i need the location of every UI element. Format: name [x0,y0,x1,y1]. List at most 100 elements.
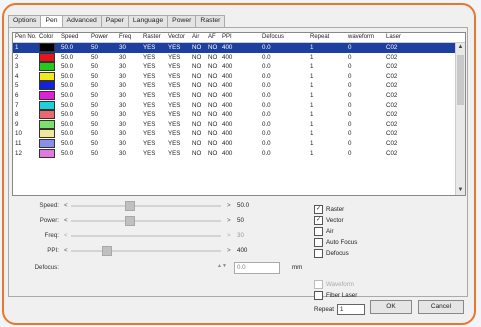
cell-raster: YES [143,53,156,61]
cell-power: 50 [91,149,98,157]
cell-repeat: 1 [310,139,314,147]
cell-raster: YES [143,82,156,90]
cell-waveform: 0 [348,149,352,157]
slider-left-arrow-icon[interactable]: < [64,246,68,256]
checkbox-vector[interactable]: ✓ Vector [314,215,434,226]
slider-thumb[interactable] [124,216,135,226]
table-row[interactable]: 5 50.0 50 30 YES YES NO NO 400 0.0 1 0 C02 [13,81,465,91]
slider-left-arrow-icon: < [64,232,68,239]
ok-button[interactable]: OK [370,300,412,314]
table-row[interactable]: 9 50.0 50 30 YES YES NO NO 400 0.0 1 0 C02 [13,119,465,130]
table-row[interactable]: 8 50.0 50 30 YES YES NO NO 400 0.0 1 0 C02 [13,110,465,120]
column-header: Pen No. [15,34,37,40]
cell-freq: 30 [119,111,126,119]
cell-defocus: 0.0 [262,111,271,119]
repeat-input[interactable]: 1 [336,303,365,315]
scroll-thumb[interactable] [457,55,464,105]
tab-advanced[interactable]: Advanced [61,15,102,27]
slider-track[interactable] [71,246,221,256]
param-row-ppi: PPI: < >400 [19,246,289,256]
defocus-spin-icon[interactable]: ▲▼ [217,263,227,269]
table-body: 1 50.0 50 30 YES YES NO NO 400 0.0 1 0 C02 2 50.0 50 30 Y… [13,43,465,158]
cell-vector: YES [168,120,181,128]
slider-right-arrow-icon: > [227,232,231,239]
checkbox-box[interactable] [314,227,323,236]
checkbox-box[interactable] [314,238,323,247]
cell-af: NO [208,72,218,80]
slider-right-arrow-icon[interactable]: > [227,246,231,256]
cell-defocus: 0.0 [262,139,271,147]
checkbox-box[interactable] [314,249,323,258]
cell-raster: YES [143,91,156,99]
options-checkbox-group: ✓ Raster ✓ Vector Air Auto Focus Defocus Wavef… [314,204,434,315]
table-vertical-scrollbar[interactable]: ▲ ▼ [455,43,465,195]
table-row[interactable]: 10 50.0 50 30 YES YES NO NO 400 0.0 1 0 C02 [13,129,465,139]
cell-ppi: 400 [222,91,233,99]
column-header: Vector [168,34,186,40]
color-cell [39,148,61,159]
tab-raster[interactable]: Raster [195,15,226,27]
tab-power[interactable]: Power [167,15,197,27]
checkbox-auto-focus[interactable]: Auto Focus [314,237,434,248]
cell-repeat: 1 [310,120,314,128]
table-row[interactable]: 3 50.0 50 30 YES YES NO NO 400 0.0 1 0 C02 [13,62,465,72]
slider-thumb[interactable] [102,246,113,256]
cell-waveform: 0 [348,82,352,90]
slider-right-arrow-icon[interactable]: > [227,216,231,226]
cell-defocus: 0.0 [262,149,271,157]
defocus-input[interactable]: 0.0 [234,262,280,274]
table-row[interactable]: 12 50.0 50 30 YES YES NO NO 400 0.0 1 0 C02 [13,148,465,159]
cell-pen: 10 [15,130,22,138]
cell-pen: 12 [15,149,22,157]
checkmark-icon[interactable]: ✓ [314,205,323,214]
table-row[interactable]: 1 50.0 50 30 YES YES NO NO 400 0.0 1 0 C02 [13,43,465,53]
slider-thumb[interactable] [124,201,135,211]
cell-af: NO [208,120,218,128]
cell-waveform: 0 [348,130,352,138]
scroll-down-arrow-icon[interactable]: ▼ [456,186,465,195]
table-header: Pen No. Color Speed Power Freq Raster Vector Ai… [13,33,465,43]
table-row[interactable]: 11 50.0 50 30 YES YES NO NO 400 0.0 1 0 C02 [13,138,465,149]
cell-air: NO [192,72,202,80]
pen-table[interactable]: Pen No. Color Speed Power Freq Raster Vector Ai… [12,32,466,196]
table-row[interactable]: 4 50.0 50 30 YES YES NO NO 400 0.0 1 0 C02 [13,71,465,82]
slider-track[interactable] [71,201,221,211]
cell-speed: 50.0 [61,130,74,138]
slider-right-arrow-icon[interactable]: > [227,201,231,211]
cell-freq: 30 [119,120,126,128]
cell-af: NO [208,111,218,119]
slider-left-arrow-icon[interactable]: < [64,201,68,211]
cell-raster: YES [143,139,156,147]
tab-paper[interactable]: Paper [100,15,129,27]
param-value: 400 [237,247,248,254]
cancel-button[interactable]: Cancel [418,300,464,314]
checkbox-box[interactable] [314,291,323,300]
checkmark-icon[interactable]: ✓ [314,216,323,225]
cell-defocus: 0.0 [262,44,271,51]
cell-ppi: 400 [222,101,233,109]
cell-laser: C02 [386,101,398,109]
table-row[interactable]: 7 50.0 50 30 YES YES NO NO 400 0.0 1 0 C02 [13,100,465,111]
checkbox-air[interactable]: Air [314,226,434,237]
checkbox-defocus[interactable]: Defocus [314,248,434,259]
cell-repeat: 1 [310,149,314,157]
scroll-up-arrow-icon[interactable]: ▲ [456,43,465,52]
checkbox-raster[interactable]: ✓ Raster [314,204,434,215]
color-cell [39,71,61,82]
table-row[interactable]: 6 50.0 50 30 YES YES NO NO 400 0.0 1 0 C02 [13,90,465,101]
table-row[interactable]: 2 50.0 50 30 YES YES NO NO 400 0.0 1 0 C02 [13,52,465,63]
slider-left-arrow-icon[interactable]: < [64,216,68,226]
slider-track[interactable] [71,216,221,226]
cell-raster: YES [143,120,156,128]
tab-language[interactable]: Language [127,15,169,27]
cell-raster: YES [143,101,156,109]
dialog-window: Options Pen Advanced Paper Language Power Rast… [2,3,476,325]
param-label: PPI: [47,247,59,254]
cell-ppi: 400 [222,149,233,157]
cell-defocus: 0.0 [262,72,271,80]
cell-power: 50 [91,72,98,80]
cell-pen: 4 [15,72,19,80]
cell-vector: YES [168,72,181,80]
cell-freq: 30 [119,139,126,147]
tab-options[interactable]: Options [8,15,42,27]
